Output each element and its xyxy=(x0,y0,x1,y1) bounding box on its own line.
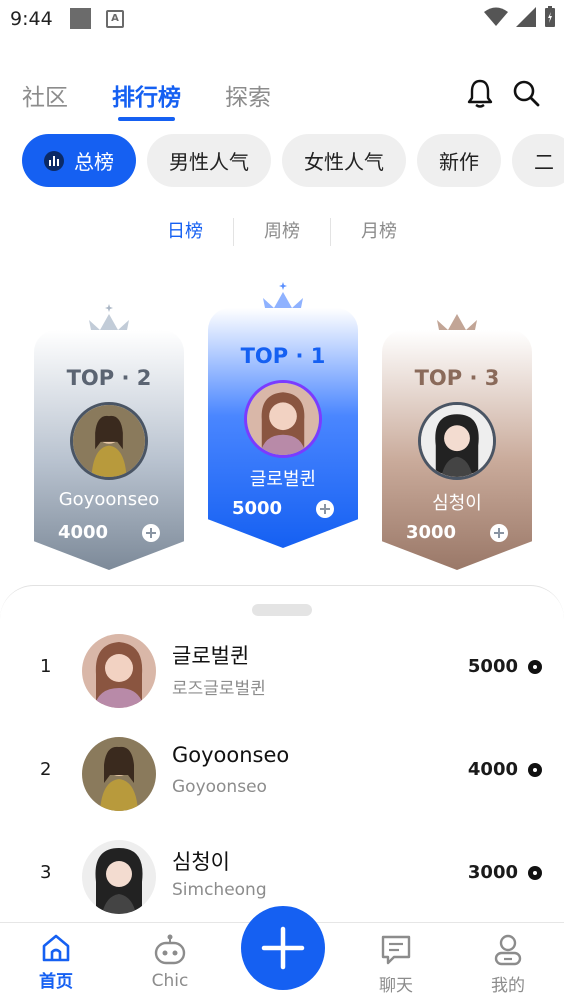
nav-profile[interactable]: 我的 xyxy=(468,933,548,996)
coin-icon xyxy=(528,865,542,880)
avatar xyxy=(244,380,322,458)
tab-explore[interactable]: 探索 xyxy=(225,78,271,112)
robot-icon xyxy=(154,934,186,965)
user-subtitle: 로즈글로벌퀸 xyxy=(172,679,266,699)
podium-card-second[interactable]: TOP · 2 Goyoonseo 4000 xyxy=(34,330,184,570)
avatar xyxy=(82,840,156,914)
coin-icon xyxy=(528,762,542,777)
score: 3000 xyxy=(468,862,542,883)
podium-card-first[interactable]: TOP · 1 글로벌퀸 5000 xyxy=(208,308,358,548)
podium-title: TOP · 3 xyxy=(414,366,500,390)
podium-score-row: 5000 xyxy=(208,498,358,519)
signal-icon xyxy=(516,7,536,27)
home-icon xyxy=(42,934,70,962)
podium-score: 5000 xyxy=(231,498,283,519)
user-name: 글로벌퀸 xyxy=(172,644,250,668)
search-icon[interactable] xyxy=(512,78,540,108)
profile-icon xyxy=(494,934,522,966)
add-icon[interactable] xyxy=(316,499,335,518)
drag-handle[interactable] xyxy=(252,604,312,616)
status-time: 9:44 xyxy=(10,8,53,30)
chip-female-popular[interactable]: 女性人气 xyxy=(282,134,406,187)
nav-chic[interactable]: Chic xyxy=(130,933,210,991)
nav-home[interactable]: 首页 xyxy=(16,933,96,992)
avatar xyxy=(418,402,496,480)
user-name: Goyoonseo xyxy=(172,743,290,767)
coin-icon xyxy=(528,659,542,674)
nav-label: 我的 xyxy=(491,976,525,996)
ranking-row[interactable]: 3 심청이 Simcheong 3000 xyxy=(0,836,564,916)
tab-ranking[interactable]: 排行榜 xyxy=(112,78,181,121)
podium-name: Goyoonseo xyxy=(58,489,160,510)
plus-icon xyxy=(261,926,305,970)
tab-weekly[interactable]: 周榜 xyxy=(233,218,330,246)
nav-label: Chic xyxy=(151,971,189,991)
chip-label: 二 xyxy=(534,150,554,174)
score-value: 5000 xyxy=(467,656,518,677)
bar-chart-icon xyxy=(44,150,64,171)
add-icon[interactable] xyxy=(490,523,509,542)
chip-label: 新作 xyxy=(439,150,479,174)
ranking-sheet: 1 글로벌퀸 로즈글로벌퀸 5000 2 Goyoonseo Goyoonseo… xyxy=(0,585,564,925)
avatar xyxy=(70,402,148,480)
notification-square-icon xyxy=(70,8,91,29)
avatar xyxy=(82,634,156,708)
score: 5000 xyxy=(468,656,542,677)
podium-title: TOP · 1 xyxy=(240,344,326,368)
bell-icon[interactable] xyxy=(466,78,494,108)
chat-icon xyxy=(381,935,411,965)
wifi-icon xyxy=(484,7,508,26)
rank-number: 1 xyxy=(40,656,52,677)
battery-icon xyxy=(545,6,555,27)
rank-number: 2 xyxy=(40,759,52,780)
tab-monthly[interactable]: 月榜 xyxy=(330,218,427,246)
chip-overall[interactable]: 总榜 xyxy=(22,134,136,187)
tab-community[interactable]: 社区 xyxy=(22,78,68,112)
create-post-button[interactable] xyxy=(241,906,325,990)
chip-male-popular[interactable]: 男性人气 xyxy=(147,134,271,187)
podium-name: 심청이 xyxy=(432,493,482,514)
score-value: 4000 xyxy=(467,759,518,780)
nav-label: 聊天 xyxy=(379,976,413,996)
nav-chat[interactable]: 聊天 xyxy=(356,933,436,996)
top-tabs: 社区 排行榜 探索 xyxy=(22,78,271,121)
status-icons xyxy=(484,6,556,28)
user-name: 심청이 xyxy=(172,850,230,874)
podium-score-row: 3000 xyxy=(382,522,532,543)
chip-more[interactable]: 二 xyxy=(512,134,564,187)
status-bar: 9:44 A xyxy=(0,0,564,40)
podium-card-third[interactable]: TOP · 3 심청이 3000 xyxy=(382,330,532,570)
podium-score: 4000 xyxy=(57,522,109,543)
chip-label: 总榜 xyxy=(74,150,114,174)
podium-score: 3000 xyxy=(405,522,457,543)
period-tabs: 日榜 周榜 月榜 xyxy=(0,218,564,246)
score: 4000 xyxy=(468,759,542,780)
score-value: 3000 xyxy=(467,862,518,883)
top-icons xyxy=(466,78,540,108)
user-subtitle: Simcheong xyxy=(172,880,267,900)
a-badge-icon: A xyxy=(106,10,124,28)
avatar xyxy=(82,737,156,811)
chip-label: 男性人气 xyxy=(169,150,249,174)
ranking-row[interactable]: 2 Goyoonseo Goyoonseo 4000 xyxy=(0,733,564,813)
add-icon[interactable] xyxy=(142,523,161,542)
chip-label: 女性人气 xyxy=(304,150,384,174)
ranking-row[interactable]: 1 글로벌퀸 로즈글로벌퀸 5000 xyxy=(0,630,564,710)
podium-score-row: 4000 xyxy=(34,522,184,543)
podium-title: TOP · 2 xyxy=(66,366,152,390)
rank-number: 3 xyxy=(40,862,52,883)
podium-name: 글로벌퀸 xyxy=(249,469,317,490)
user-subtitle: Goyoonseo xyxy=(172,777,267,797)
category-chips: 总榜 男性人气 女性人气 新作 二 xyxy=(22,134,564,187)
tab-daily[interactable]: 日榜 xyxy=(137,218,233,246)
nav-label: 首页 xyxy=(39,972,73,992)
chip-new-works[interactable]: 新作 xyxy=(417,134,501,187)
